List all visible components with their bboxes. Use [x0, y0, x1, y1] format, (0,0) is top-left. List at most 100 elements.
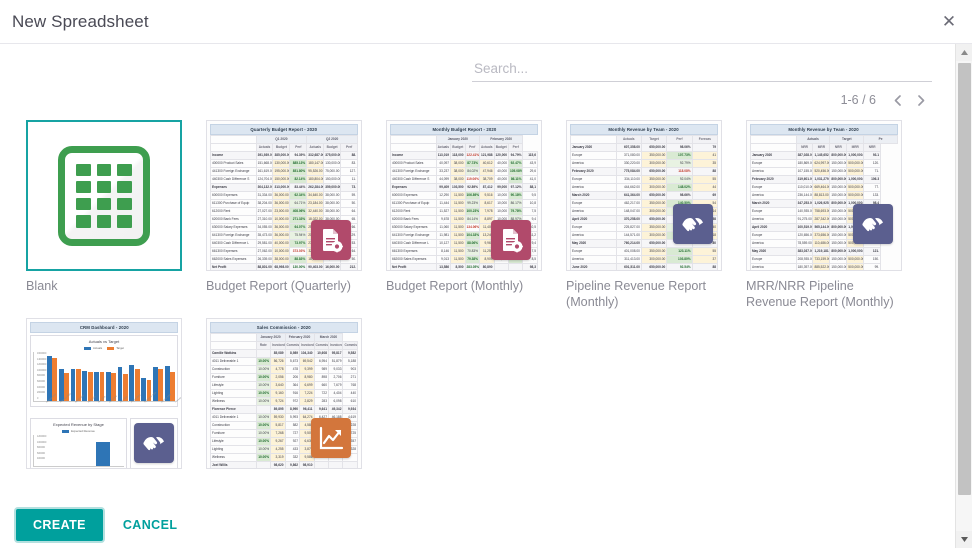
template-card-budget-quarterly[interactable]: Quarterly Budget Report - 2020 Q1 2020 Q2 …: [206, 120, 386, 310]
y-tick: 800000: [37, 374, 45, 378]
y-tick: 1000000: [37, 368, 47, 372]
thumbnail-table: Actuals Target Pe NRR MRR NRR MRR NRR January 20…: [750, 135, 898, 270]
handshake-icon: [134, 423, 174, 463]
table-row: January 2020 February 2020: [390, 135, 538, 144]
bar: [170, 371, 175, 401]
template-card-pipeline-revenue[interactable]: Monthly Revenue by Team - 2020 Actuals Tar…: [566, 120, 746, 310]
search-input[interactable]: [472, 58, 932, 82]
table-row: May 2020383,037.001,219,181.00800,000.00…: [750, 247, 898, 256]
template-preview[interactable]: [26, 120, 182, 271]
table-row: 611300 Purchase of Equip 11,444 11,500 99.2…: [390, 199, 538, 208]
bar-group: [58, 352, 70, 401]
vertical-scrollbar[interactable]: [955, 44, 972, 548]
table-row: Actuals Budget Perf Actuals Budget Perf: [390, 143, 538, 152]
table-row: Furniture 10.00% 2,056 206 8,980 898 2,706 271: [210, 373, 358, 382]
scrollbar-thumb[interactable]: [957, 63, 971, 495]
scroll-up-arrow-icon[interactable]: [955, 44, 972, 61]
template-thumbnail: Quarterly Budget Report - 2020 Q1 2020 Q2 …: [207, 121, 361, 270]
sheet-cell: [117, 198, 132, 211]
page-title: New Spreadsheet: [12, 11, 149, 31]
sheet-cell: [96, 180, 112, 193]
new-spreadsheet-dialog: New Spreadsheet ✕ 1-6 / 6: [0, 0, 972, 548]
table-row: 612000 Rent 11,527 11,500 100.23% 7,978 10,00…: [390, 207, 538, 216]
bar: [95, 441, 110, 466]
table-row: Expenses 99,409 103,500 92.89% 87,412 99,000 9…: [390, 183, 538, 192]
sheet-cell: [96, 163, 112, 176]
table-row: Income 391,939.00 385,000.00 94.39% 332,687.…: [210, 151, 358, 160]
chevron-right-icon[interactable]: [910, 89, 932, 111]
sheet-cell: [117, 163, 132, 176]
y-tick: 400000: [37, 385, 45, 389]
bar-group: [82, 352, 93, 401]
pager-count: 1-6 / 6: [840, 93, 876, 107]
blank-icon-wrap: [28, 122, 180, 269]
chevron-left-icon[interactable]: [886, 89, 908, 111]
sheet-cell: [96, 198, 112, 211]
template-preview[interactable]: Monthly Revenue by Team - 2020 Actuals Tar…: [566, 120, 722, 271]
table-row: America 444,662.00 300,000.00 148.02% 44: [570, 183, 719, 192]
scroll-down-arrow-icon[interactable]: [955, 531, 972, 548]
table-row: 600000 Expenses 12,290 11,500 106.89% 9,516 1…: [390, 191, 538, 200]
table-row: Europe 110,010.00 669,464.00 150,000.00 500,…: [750, 183, 898, 192]
bar-group: [105, 352, 117, 401]
cancel-button[interactable]: CANCEL: [113, 510, 187, 540]
template-thumbnail: Monthly Revenue by Team - 2020 Actuals Tar…: [747, 121, 901, 270]
template-grid: Blank Quarterly Budget Report - 2020 Q1 20…: [0, 111, 954, 484]
template-label: Blank: [26, 279, 58, 293]
template-label: MRR/NRR Pipeline Revenue Report (Monthly…: [746, 279, 894, 309]
template-preview[interactable]: Monthly Revenue by Team - 2020 Actuals Tar…: [746, 120, 902, 271]
template-preview[interactable]: Sales Commission - 2020 January 2020 Febru…: [206, 318, 362, 469]
thumbnail-title: CRM Dashboard - 2020: [30, 322, 178, 333]
y-tick: 400000: [37, 457, 45, 461]
spreadsheet-grid-icon: [58, 145, 150, 246]
thumbnail-title: Monthly Revenue by Team - 2020: [750, 124, 898, 135]
table-row: Wellness 10.00% 9,724 972 2,829 283 6,098 610: [210, 397, 358, 406]
close-icon[interactable]: ✕: [936, 9, 962, 35]
table-row: 611300 Purchase of Equip 38,204.00 36,000.…: [210, 199, 358, 208]
table-row: Europe 401,008.00 350,000.00 123.11% 55: [570, 247, 719, 256]
template-card-crm-dashboard[interactable]: CRM Dashboard - 2020 Actuals vs Target Act…: [26, 318, 206, 476]
bar-group: [141, 352, 152, 401]
template-preview[interactable]: CRM Dashboard - 2020 Actuals vs Target Act…: [26, 318, 182, 469]
y-tick: 600000: [37, 451, 45, 455]
chart-legend: Expected Revenue: [33, 429, 124, 433]
legend-item: Target: [107, 346, 124, 350]
scrollbar-track[interactable]: [955, 61, 972, 531]
bar-group: [129, 352, 140, 401]
table-row: Europe 180,869.00 624,997.00 150,000.00 500,…: [750, 159, 898, 168]
table-row: Construction 10.00% 4,778 478 9,399 989 9,033 9…: [210, 365, 358, 374]
chart-legend: Actuals Target: [33, 346, 175, 350]
table-row: June 2020 601,511.00 650,000.00 92.54% 88: [570, 263, 719, 270]
sheet-cell: [76, 163, 91, 176]
sheet-cell: [76, 180, 91, 193]
table-row: January 2020387,028.001,145,652.00800,00…: [750, 151, 898, 160]
document-settings-icon: [491, 220, 531, 260]
table-row: January 2020 February 2020 March 2020: [210, 333, 358, 342]
chart-title: Expected Revenue by Stage: [53, 422, 104, 427]
dialog-body: 1-6 / 6 Blank Quarterly Budget Report - 2…: [0, 44, 972, 500]
table-row: NRR MRR NRR MRR NRR: [750, 143, 898, 152]
table-row: Europe 334,110.00 350,000.00 92.04% 55: [570, 175, 719, 184]
thumbnail-title: Quarterly Budget Report - 2020: [210, 124, 358, 135]
bar: [141, 378, 146, 401]
template-preview[interactable]: Monthly Budget Report - 2020 January 2020…: [386, 120, 542, 271]
create-button[interactable]: CREATE: [16, 508, 103, 541]
template-card-mrr-nrr-pipeline[interactable]: Monthly Revenue by Team - 2020 Actuals Tar…: [746, 120, 926, 310]
bar-group: [94, 352, 105, 401]
table-row: 440300 Cash Difference S 44,099 38,000 119.…: [390, 175, 538, 184]
table-row: 441300 Foreign Exchange 161,619.00 195,000…: [210, 167, 358, 176]
thumbnail-title: Sales Commission - 2020: [210, 322, 358, 333]
template-card-sales-commission[interactable]: Sales Commission - 2020 January 2020 Febru…: [206, 318, 386, 476]
y-tick: 1400000: [37, 357, 47, 361]
template-card-budget-monthly[interactable]: Monthly Budget Report - 2020 January 2020…: [386, 120, 566, 310]
line-chart-icon: [311, 418, 351, 458]
template-preview[interactable]: Quarterly Budget Report - 2020 Q1 2020 Q2 …: [206, 120, 362, 271]
handshake-icon: [673, 204, 713, 244]
legend-item: Actuals: [84, 346, 102, 350]
document-settings-icon: [311, 220, 351, 260]
template-card-blank[interactable]: Blank: [26, 120, 206, 310]
bar: [105, 372, 111, 401]
x-tick: November 2020: [174, 392, 182, 404]
table-row: Income 113,019 118,000 122.41% 121,988 120,00…: [390, 151, 538, 160]
table-row: 400000 Product Sales 151,668.00 130,000.00…: [210, 159, 358, 168]
